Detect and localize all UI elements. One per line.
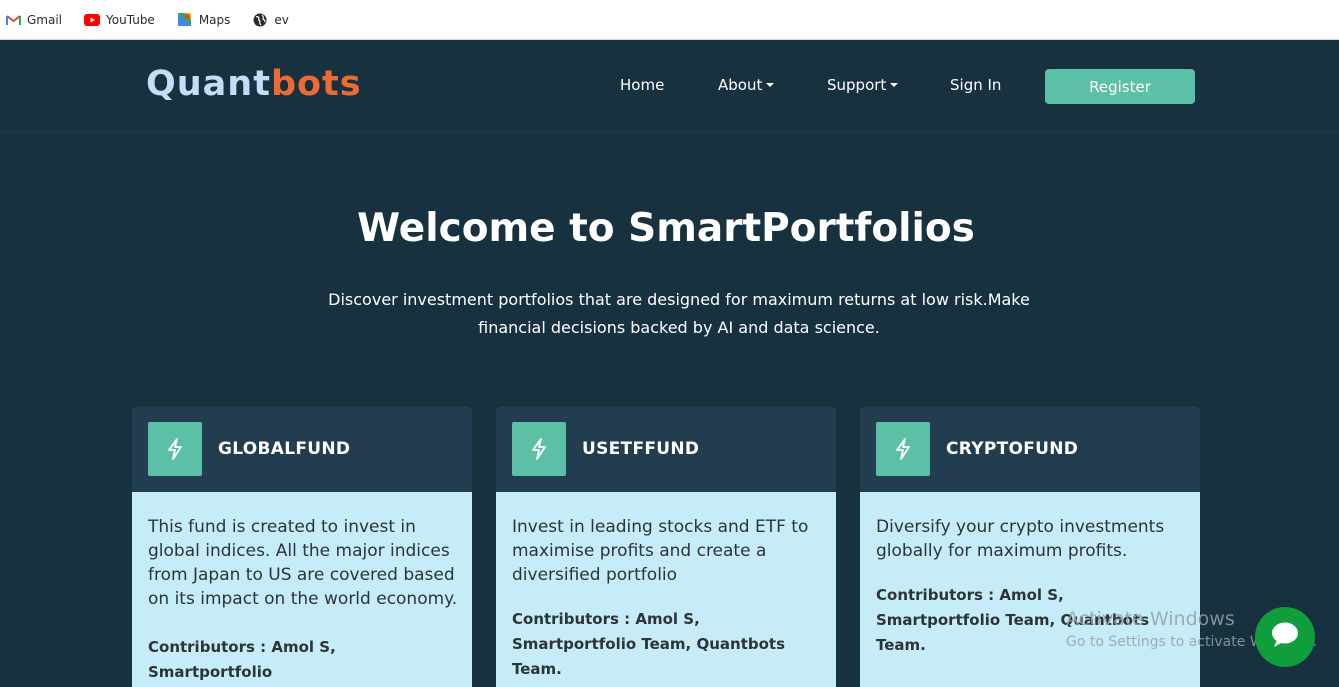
nav-support-label: Support xyxy=(827,76,887,94)
bookmarks-bar: Gmail YouTube Maps ev xyxy=(0,0,1339,40)
card-contributors: Contributors : Amol S, Smartportfolio xyxy=(148,638,336,681)
card-description: This fund is created to invest in global… xyxy=(148,517,458,609)
caret-down-icon xyxy=(766,83,775,87)
nav-support-dropdown[interactable]: Support xyxy=(827,76,899,94)
site-navbar: Quantbots Home About Support Sign In Reg… xyxy=(0,40,1339,132)
card-title: USETFFUND xyxy=(582,439,700,459)
maps-icon xyxy=(177,12,193,28)
lightning-icon xyxy=(876,422,930,476)
bookmark-label: YouTube xyxy=(106,12,155,27)
card-description: Diversify your crypto investments global… xyxy=(876,517,1165,561)
bookmark-maps[interactable]: Maps xyxy=(177,12,231,28)
card-body: Diversify your crypto investments global… xyxy=(860,492,1200,687)
card-contributors: Contributors : Amol S, Smartportfolio Te… xyxy=(512,610,786,678)
bookmark-label: Gmail xyxy=(27,12,63,27)
nav-signin-label: Sign In xyxy=(950,76,1002,94)
card-header: USETFFUND xyxy=(496,406,836,492)
nav-home[interactable]: Home xyxy=(620,76,664,94)
gmail-icon xyxy=(5,12,21,28)
register-button[interactable]: Register xyxy=(1045,69,1195,104)
nav-about-label: About xyxy=(718,76,763,94)
fund-card-usetffund[interactable]: USETFFUND Invest in leading stocks and E… xyxy=(496,406,836,687)
chat-bubble-icon xyxy=(1270,621,1300,653)
fund-card-globalfund[interactable]: GLOBALFUND This fund is created to inves… xyxy=(132,406,472,687)
lightning-icon xyxy=(512,422,566,476)
chat-button[interactable] xyxy=(1255,607,1315,667)
bookmark-label: ev xyxy=(274,12,289,27)
nav-signin[interactable]: Sign In xyxy=(950,76,1001,94)
fund-card-cryptofund[interactable]: CRYPTOFUND Diversify your crypto investm… xyxy=(860,406,1200,687)
youtube-icon xyxy=(84,12,101,28)
bookmark-label: Maps xyxy=(198,12,231,27)
caret-down-icon xyxy=(890,83,899,87)
card-body: This fund is created to invest in global… xyxy=(132,492,472,687)
logo-part-2: bots xyxy=(270,64,362,104)
nav-home-label: Home xyxy=(620,76,665,94)
card-header: CRYPTOFUND xyxy=(860,406,1200,492)
card-body: Invest in leading stocks and ETF to maxi… xyxy=(496,492,836,687)
card-description: Invest in leading stocks and ETF to maxi… xyxy=(512,517,809,585)
card-title: GLOBALFUND xyxy=(218,439,351,459)
hero-subtitle: Discover investment portfolios that are … xyxy=(328,290,1030,337)
card-title: CRYPTOFUND xyxy=(946,439,1079,459)
bookmark-youtube[interactable]: YouTube xyxy=(84,12,155,28)
register-label: Register xyxy=(1089,77,1151,96)
hero-title: Welcome to SmartPortfolios xyxy=(357,206,975,251)
nav-about-dropdown[interactable]: About xyxy=(718,76,775,94)
card-header: GLOBALFUND xyxy=(132,406,472,492)
globe-icon xyxy=(252,12,268,28)
site-logo[interactable]: Quantbots xyxy=(146,64,362,104)
bookmark-ev[interactable]: ev xyxy=(252,12,289,28)
lightning-icon xyxy=(148,422,202,476)
bookmark-gmail[interactable]: Gmail xyxy=(5,12,62,28)
logo-part-1: Quant xyxy=(146,64,271,104)
card-contributors: Contributors : Amol S, Smartportfolio Te… xyxy=(876,586,1150,654)
